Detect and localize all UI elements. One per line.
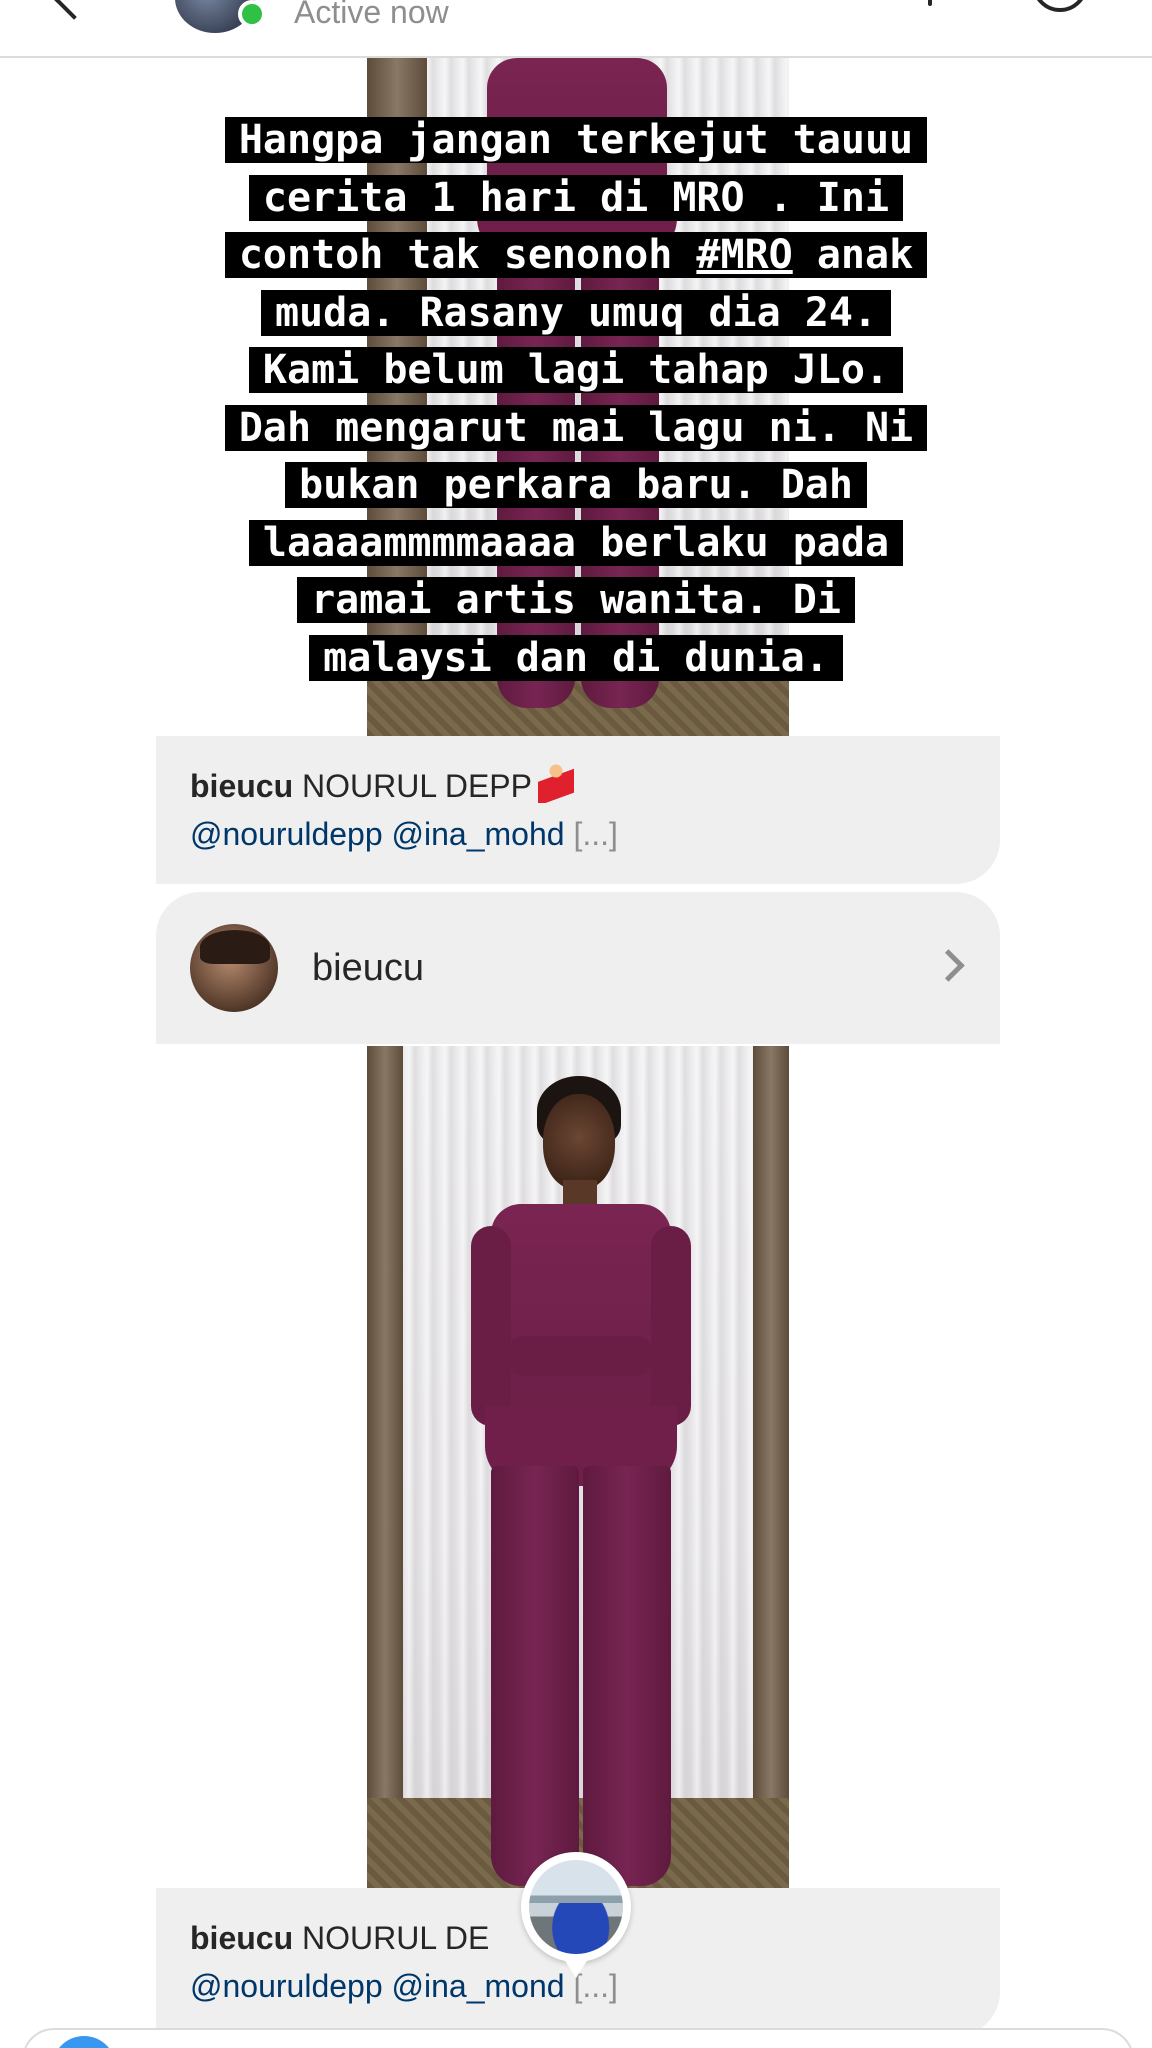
call-icon[interactable] <box>928 0 932 6</box>
post-caption-card[interactable]: bieucu NOURUL DEPP @nouruldepp @ina_mohd… <box>156 736 1000 884</box>
active-status-label: Active now <box>294 0 449 30</box>
shared-post-photo[interactable] <box>367 1046 789 1888</box>
seen-by-avatar[interactable] <box>521 1852 631 1978</box>
curtain-fold <box>367 1046 403 1888</box>
profile-username[interactable]: bieucu <box>312 944 424 992</box>
dancer-emoji-icon <box>537 763 574 803</box>
caption-line: contoh tak senonoh #MRO anak <box>224 232 928 278</box>
caption-mentions[interactable]: @nouruldepp @ina_mond <box>190 1968 565 2004</box>
profile-avatar[interactable] <box>190 924 278 1012</box>
info-icon[interactable] <box>1032 0 1088 12</box>
caption-text: NOURUL DEPP <box>302 768 532 804</box>
chevron-right-icon[interactable] <box>932 949 965 982</box>
caption-line: malaysi dan di dunia. <box>309 634 843 681</box>
caption-username[interactable]: bieucu <box>190 1920 293 1956</box>
person-figure <box>471 1076 691 1888</box>
caption-text: NOURUL DE <box>302 1920 490 1956</box>
direct-message-thread: Active now Hangpa jangan terkejut tauuu … <box>0 0 1152 2048</box>
caption-more[interactable]: [...] <box>573 816 617 852</box>
online-status-dot <box>238 0 266 28</box>
curtain-fold <box>753 1046 789 1888</box>
shared-post-header[interactable]: bieucu <box>156 892 1000 1044</box>
message-composer[interactable] <box>22 2028 1134 2048</box>
caption-line: cerita 1 hari di MRO . Ini <box>248 174 904 221</box>
caption-text: anak <box>792 232 914 278</box>
story-text-overlay: Hangpa jangan terkejut tauuu cerita 1 ha… <box>60 112 1092 687</box>
caption-first-line: bieucu NOURUL DEPP <box>190 762 966 810</box>
caption-line: laaaammmmaaaa berlaku pada <box>248 519 904 566</box>
caption-line: bukan perkara baru. Dah <box>285 462 867 508</box>
caption-second-line: @nouruldepp @ina_mohd [...] <box>190 810 966 858</box>
back-arrow-icon[interactable] <box>54 0 94 20</box>
hashtag-link[interactable]: #MRO <box>696 232 792 278</box>
caption-line: Dah mengarut mai lagu ni. Ni <box>224 404 928 451</box>
caption-mentions[interactable]: @nouruldepp @ina_mohd <box>190 816 565 852</box>
caption-line: Kami belum lagi tahap JLo. <box>248 347 904 393</box>
caption-text: contoh tak senonoh <box>238 232 697 278</box>
caption-line: ramai artis wanita. Di <box>297 577 855 623</box>
caption-line: muda. Rasany umuq dia 24. <box>260 289 892 336</box>
thread-header: Active now <box>0 0 1152 58</box>
caption-username[interactable]: bieucu <box>190 768 293 804</box>
caption-line: Hangpa jangan terkejut tauuu <box>224 117 928 163</box>
